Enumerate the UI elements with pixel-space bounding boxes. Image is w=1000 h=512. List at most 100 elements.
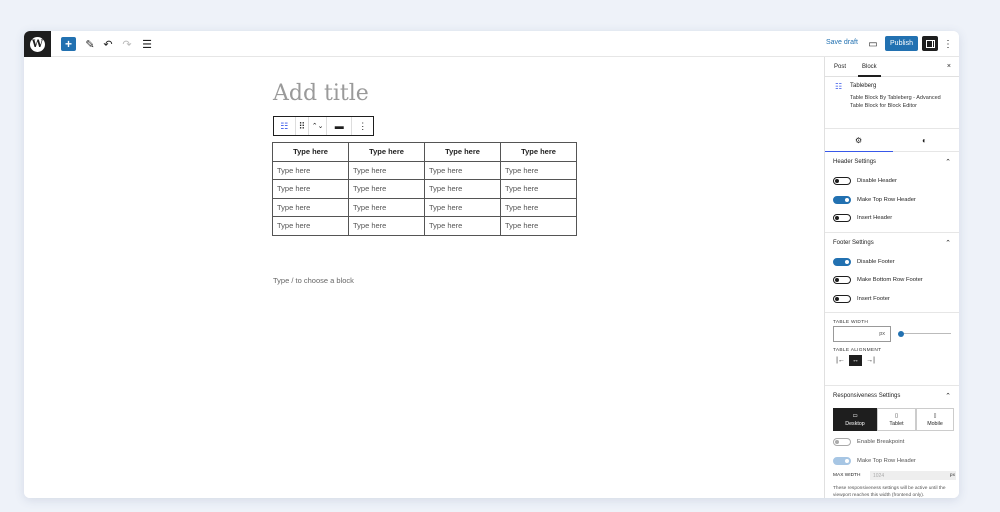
table-cell[interactable]: Type here <box>272 179 349 199</box>
document-overview-icon[interactable]: ☰ <box>141 37 153 51</box>
tab-block[interactable]: Block <box>858 64 881 77</box>
align-icon[interactable]: ▬ <box>327 117 353 135</box>
toggle-row: Make Bottom Row Footer <box>825 271 959 290</box>
desktop-icon: ▭ <box>852 412 858 419</box>
close-icon[interactable]: × <box>947 63 951 70</box>
make-top-row-header-toggle[interactable] <box>833 195 851 204</box>
panel-title: Footer Settings <box>833 239 874 246</box>
table-cell[interactable]: Type here <box>424 160 501 180</box>
max-width-label: MAX WIDTH <box>833 473 861 478</box>
device-tablet-button[interactable]: ▯ Tablet <box>877 408 916 431</box>
table-row: Type here Type here Type here Type here <box>272 160 577 180</box>
header-settings-panel: Header Settings ⌃ Disable Header Make To… <box>825 152 959 233</box>
settings-gear-icon[interactable]: ⚙ <box>855 136 862 145</box>
redo-icon[interactable]: ↷ <box>121 37 133 51</box>
footer-settings-toggle[interactable]: Footer Settings ⌃ <box>825 233 959 253</box>
header-cell[interactable]: Type here <box>272 142 349 162</box>
toggle-label: Insert Header <box>857 215 893 222</box>
table-width-row: px <box>825 325 959 345</box>
toggle-row: Disable Header <box>825 172 959 191</box>
table-cell[interactable]: Type here <box>424 179 501 199</box>
drag-handle-icon[interactable]: ⠿ <box>296 117 310 135</box>
max-width-unit: px <box>949 473 955 478</box>
slider-thumb[interactable] <box>898 330 904 337</box>
tab-post[interactable]: Post <box>834 64 846 70</box>
header-settings-toggle[interactable]: Header Settings ⌃ <box>825 152 959 172</box>
toggle-row: Insert Footer <box>825 290 959 309</box>
header-cell[interactable]: Type here <box>500 142 577 162</box>
table-header-row: Type here Type here Type here Type here <box>272 142 577 162</box>
table-cell[interactable]: Type here <box>500 197 577 217</box>
enable-breakpoint-toggle[interactable] <box>833 438 851 447</box>
table-cell[interactable]: Type here <box>272 160 349 180</box>
device-mobile-button[interactable]: ▯ Mobile <box>916 408 954 431</box>
toggle-row: Disable Footer <box>825 253 959 272</box>
post-title-input[interactable]: Add title <box>273 81 369 106</box>
settings-sidebar: Post Block × ☷ Tableberg Table Block By … <box>824 57 959 498</box>
toggle-label: Make Top Row Header <box>857 196 916 203</box>
undo-icon[interactable]: ↶ <box>102 37 114 51</box>
responsive-top-row-header-toggle[interactable] <box>833 456 851 465</box>
table-cell[interactable]: Type here <box>500 160 577 180</box>
toggle-row: Make Top Row Header <box>825 191 959 210</box>
responsiveness-settings-toggle[interactable]: Responsiveness Settings ⌃ <box>825 386 959 406</box>
header-cell[interactable]: Type here <box>348 142 425 162</box>
disable-header-toggle[interactable] <box>833 177 851 186</box>
device-label: Mobile <box>927 420 943 427</box>
move-up-down-icon[interactable]: ⌃⌄ <box>309 117 327 135</box>
editor-canvas: Add title ☷ ⠿ ⌃⌄ ▬ ⋮ Type here Type here… <box>24 57 824 498</box>
table-cell[interactable]: Type here <box>348 179 425 199</box>
table-cell[interactable]: Type here <box>348 197 425 217</box>
header-cell[interactable]: Type here <box>424 142 501 162</box>
block-card-description: Table Block By Tableberg - Advanced Tabl… <box>850 95 941 109</box>
device-label: Desktop <box>845 420 865 427</box>
toggle-label: Enable Breakpoint <box>857 439 905 446</box>
align-left-icon[interactable]: |← <box>834 355 847 366</box>
editor-topbar: W + ✎ ↶ ↷ ☰ Save draft ▭ Publish ⋮ <box>24 31 959 57</box>
toggle-label: Disable Footer <box>857 258 895 265</box>
table-cell[interactable]: Type here <box>348 160 425 180</box>
preview-icon[interactable]: ▭ <box>867 37 879 51</box>
toggle-label: Disable Header <box>857 178 897 185</box>
table-row: Type here Type here Type here Type here <box>272 216 577 236</box>
table-width-input[interactable]: px <box>833 326 891 342</box>
table-row: Type here Type here Type here Type here <box>272 197 577 217</box>
block-inserter-button[interactable]: + <box>61 37 76 51</box>
table-block-icon[interactable]: ☷ <box>274 117 296 135</box>
block-card-title: Tableberg <box>850 83 877 89</box>
disable-footer-toggle[interactable] <box>833 257 851 266</box>
table-cell[interactable]: Type here <box>424 197 501 217</box>
table-width-slider[interactable] <box>898 330 951 337</box>
table-cell[interactable]: Type here <box>272 197 349 217</box>
max-width-input[interactable]: 1024 <box>870 471 956 480</box>
device-desktop-button[interactable]: ▭ Desktop <box>833 408 877 431</box>
make-bottom-row-footer-toggle[interactable] <box>833 276 851 285</box>
save-draft-button[interactable]: Save draft <box>826 39 858 46</box>
block-options-icon[interactable]: ⋮ <box>352 117 373 135</box>
toggle-row: Insert Header <box>825 209 959 228</box>
table-alignment-group: |← ↔ →| <box>825 353 959 369</box>
block-appender[interactable]: Type / to choose a block <box>273 276 354 285</box>
table-cell[interactable]: Type here <box>348 216 425 236</box>
publish-button[interactable]: Publish <box>885 36 918 51</box>
max-width-row: MAX WIDTH 1024 px <box>825 470 959 482</box>
wordpress-logo-icon: W <box>30 36 45 52</box>
styles-half-circle-icon[interactable]: ◐ <box>922 136 927 145</box>
wordpress-logo-button[interactable]: W <box>24 31 51 57</box>
insert-header-toggle[interactable] <box>833 214 851 223</box>
align-center-icon[interactable]: ↔ <box>849 355 862 366</box>
toggle-row: Make Top Row Header <box>825 452 959 471</box>
align-right-icon[interactable]: →| <box>864 355 877 366</box>
options-menu-icon[interactable]: ⋮ <box>943 37 953 51</box>
table-size-panel: TABLE WIDTH px TABLE ALIGNMENT |← ↔ →| <box>825 313 959 386</box>
table-cell[interactable]: Type here <box>272 216 349 236</box>
table-cell[interactable]: Type here <box>500 179 577 199</box>
table-cell[interactable]: Type here <box>424 216 501 236</box>
insert-footer-toggle[interactable] <box>833 294 851 303</box>
tools-pencil-icon[interactable]: ✎ <box>84 37 96 51</box>
settings-sidebar-toggle[interactable] <box>922 36 938 51</box>
responsiveness-settings-panel: Responsiveness Settings ⌃ ▭ Desktop ▯ Ta… <box>825 386 959 498</box>
toggle-label: Make Bottom Row Footer <box>857 277 923 284</box>
panel-title: Responsiveness Settings <box>833 393 901 399</box>
table-cell[interactable]: Type here <box>500 216 577 236</box>
